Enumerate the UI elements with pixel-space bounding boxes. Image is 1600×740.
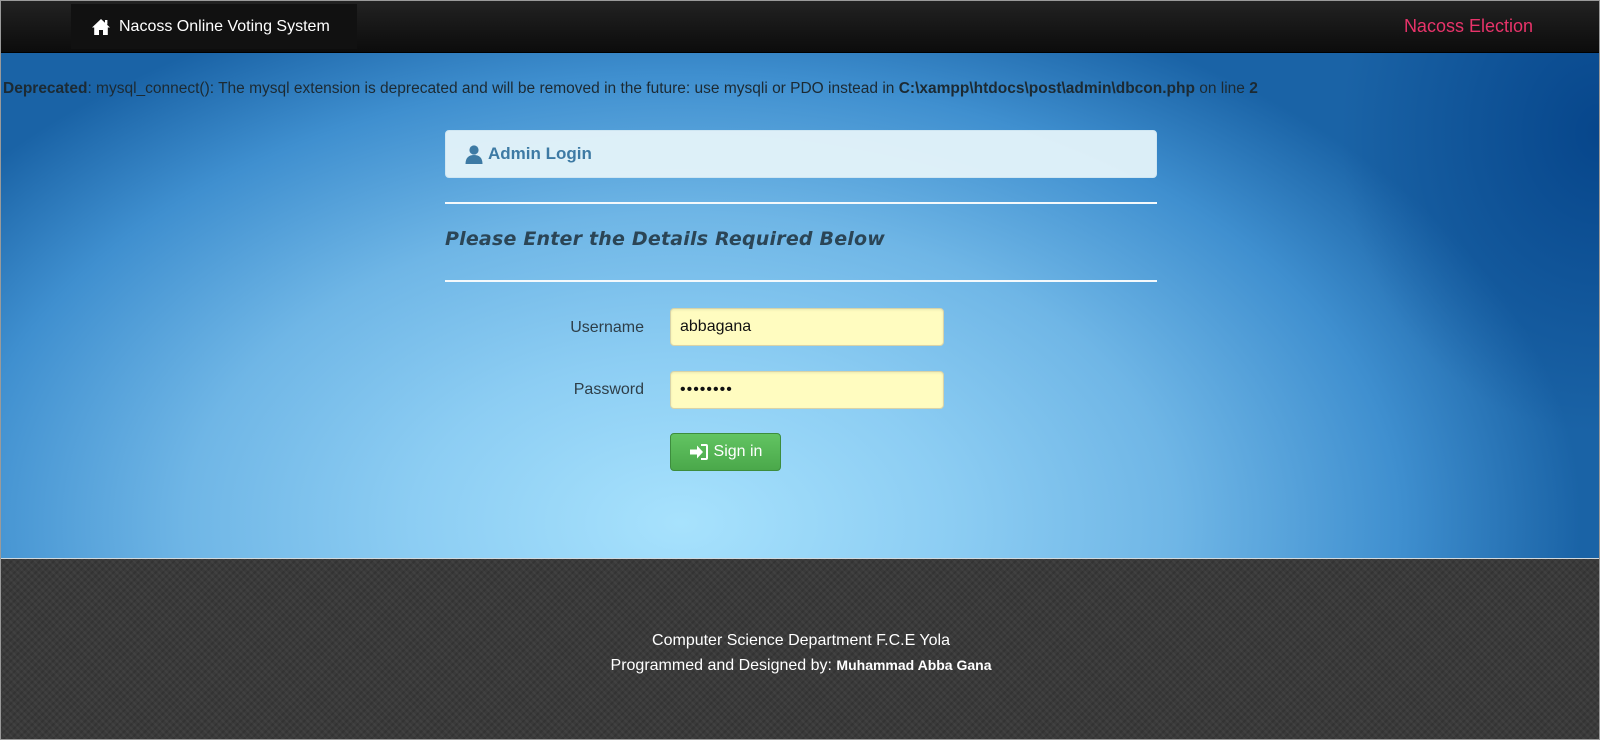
sign-in-icon [689, 443, 709, 461]
admin-login-panel-heading: Admin Login [445, 130, 1157, 178]
footer: Computer Science Department F.C.E Yola P… [1, 559, 1599, 739]
footer-credits-prefix: Programmed and Designed by: [610, 657, 837, 674]
main-content: Deprecated: mysql_connect(): The mysql e… [1, 53, 1599, 558]
password-input[interactable] [670, 371, 944, 409]
footer-department: Computer Science Department F.C.E Yola [652, 632, 950, 649]
warning-message: : mysql_connect(): The mysql extension i… [87, 80, 899, 97]
password-label: Password [573, 381, 644, 398]
user-icon [464, 144, 484, 164]
nav-election-link[interactable]: Nacoss Election [1404, 16, 1533, 37]
top-navbar: Nacoss Online Voting System Nacoss Elect… [1, 1, 1599, 53]
footer-credits: Programmed and Designed by: Muhammad Abb… [1, 657, 1599, 675]
admin-login-title: Admin Login [488, 144, 592, 163]
warning-level: Deprecated [3, 80, 88, 97]
username-input[interactable] [670, 308, 944, 346]
warning-line-prefix: on line [1194, 80, 1250, 97]
home-icon [91, 18, 111, 36]
sign-in-label: Sign in [713, 443, 763, 460]
warning-file: C:\xampp\htdocs\post\admin\dbcon.php [898, 80, 1195, 97]
warning-line: 2 [1249, 80, 1258, 97]
divider-bottom [445, 280, 1157, 282]
brand-home-link[interactable]: Nacoss Online Voting System [71, 4, 357, 49]
divider-top [445, 202, 1157, 204]
sign-in-button[interactable]: Sign in [670, 433, 781, 471]
php-deprecation-warning: Deprecated: mysql_connect(): The mysql e… [3, 80, 1599, 98]
username-label: Username [570, 319, 644, 336]
form-instructions: Please Enter the Details Required Below [445, 228, 886, 250]
brand-label: Nacoss Online Voting System [119, 17, 330, 35]
browser-viewport: Nacoss Online Voting System Nacoss Elect… [0, 0, 1600, 740]
footer-author: Muhammad Abba Gana [836, 657, 992, 673]
